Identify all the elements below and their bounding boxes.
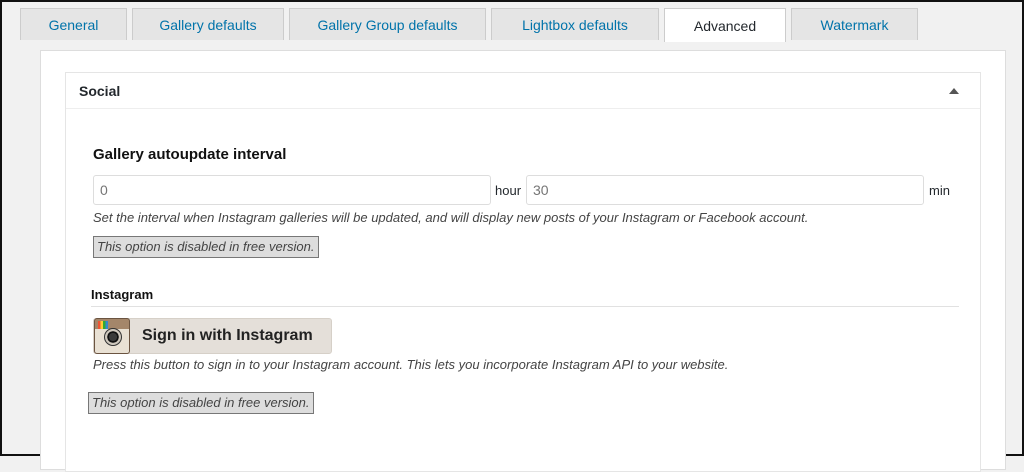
autoupdate-description: Set the interval when Instagram gallerie…	[93, 210, 809, 225]
minutes-unit-label: min	[929, 183, 950, 198]
tab-label: Watermark	[820, 16, 889, 33]
autoupdate-disabled-note: This option is disabled in free version.	[93, 236, 319, 258]
postbox-header[interactable]: Social	[66, 73, 980, 109]
collapse-arrow-icon[interactable]	[949, 87, 959, 94]
hours-unit-label: hour	[495, 183, 522, 198]
instagram-disabled-note: This option is disabled in free version.	[88, 392, 314, 414]
autoupdate-minutes-input[interactable]	[526, 175, 924, 205]
instagram-camera-icon	[94, 318, 130, 354]
instagram-signin-button[interactable]: Sign in with Instagram	[93, 318, 332, 354]
tab-general[interactable]: General	[20, 8, 127, 40]
tab-lightbox-defaults[interactable]: Lightbox defaults	[491, 8, 659, 40]
autoupdate-hours-input[interactable]	[93, 175, 491, 205]
tab-advanced[interactable]: Advanced	[664, 8, 786, 42]
settings-tabs: General Gallery defaults Gallery Group d…	[20, 8, 923, 42]
instagram-description: Press this button to sign in to your Ins…	[93, 357, 729, 372]
tab-label: Gallery Group defaults	[317, 16, 458, 33]
tab-label: Advanced	[693, 17, 757, 34]
tab-gallery-group-defaults[interactable]: Gallery Group defaults	[289, 8, 486, 40]
tab-label: Lightbox defaults	[522, 16, 628, 33]
tab-label: General	[48, 16, 99, 33]
postbox-title: Social	[79, 82, 121, 99]
instagram-section-title: Instagram	[91, 287, 154, 302]
tab-label: Gallery defaults	[159, 16, 257, 33]
tab-gallery-defaults[interactable]: Gallery defaults	[132, 8, 284, 40]
autoupdate-label: Gallery autoupdate interval	[93, 146, 287, 163]
section-divider	[91, 306, 959, 307]
instagram-signin-label: Sign in with Instagram	[142, 327, 313, 344]
tab-watermark[interactable]: Watermark	[791, 8, 918, 40]
